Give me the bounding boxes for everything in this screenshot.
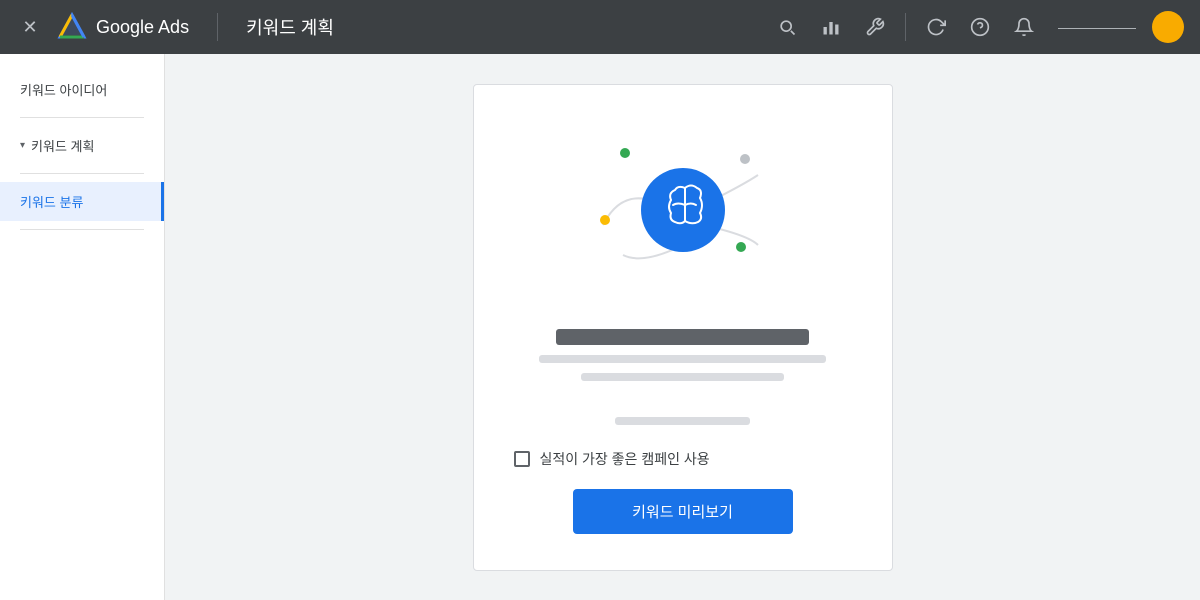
main-content: 실적이 가장 좋은 캠페인 사용 키워드 미리보기: [165, 54, 1200, 600]
sidebar-item-keyword-category-label: 키워드 분류: [20, 192, 83, 211]
logo-icon: [56, 11, 88, 43]
header-left: ✕ Google Ads 키워드 계획: [16, 11, 334, 43]
sidebar-divider-3: [20, 229, 144, 230]
chart-icon[interactable]: [813, 9, 849, 45]
app-header: ✕ Google Ads 키워드 계획: [0, 0, 1200, 54]
best-campaign-label: 실적이 가장 좋은 캠페인 사용: [540, 449, 710, 469]
checkbox-row[interactable]: 실적이 가장 좋은 캠페인 사용: [514, 449, 852, 469]
illustration-svg: [563, 125, 803, 305]
sidebar-item-keyword-plan-label: 키워드 계획: [31, 136, 94, 155]
sidebar: 키워드 아이디어 ▾ 키워드 계획 키워드 분류: [0, 54, 165, 600]
avatar[interactable]: [1152, 11, 1184, 43]
body-layout: 키워드 아이디어 ▾ 키워드 계획 키워드 분류: [0, 54, 1200, 600]
sidebar-item-keyword-category[interactable]: 키워드 분류: [0, 182, 164, 221]
google-ads-logo: Google Ads: [56, 11, 189, 43]
sidebar-item-keyword-ideas[interactable]: 키워드 아이디어: [0, 70, 164, 109]
wrench-icon[interactable]: [857, 9, 893, 45]
header-divider: [217, 13, 218, 41]
sidebar-divider-2: [20, 173, 144, 174]
bar-short: [615, 417, 750, 425]
header-right: ——————: [769, 9, 1184, 45]
help-icon[interactable]: [962, 9, 998, 45]
search-icon[interactable]: [769, 9, 805, 45]
close-button[interactable]: ✕: [16, 13, 44, 41]
sidebar-item-keyword-ideas-label: 키워드 아이디어: [20, 80, 107, 99]
app-title: Google Ads: [96, 17, 189, 38]
refresh-icon[interactable]: [918, 9, 954, 45]
bar-secondary: [539, 355, 826, 363]
bar-tertiary: [581, 373, 784, 381]
bar-primary: [556, 329, 810, 345]
placeholder-bars: [514, 329, 852, 425]
main-card: 실적이 가장 좋은 캠페인 사용 키워드 미리보기: [473, 84, 893, 571]
illustration: [563, 125, 803, 305]
preview-button[interactable]: 키워드 미리보기: [573, 489, 793, 534]
bell-icon[interactable]: [1006, 9, 1042, 45]
account-name: ——————: [1058, 20, 1136, 35]
sidebar-divider-1: [20, 117, 144, 118]
header-separator-2: [905, 13, 906, 41]
header-page-title: 키워드 계획: [246, 14, 334, 40]
best-campaign-checkbox[interactable]: [514, 451, 530, 467]
sidebar-item-arrow: ▾: [20, 140, 25, 151]
sidebar-item-keyword-plan[interactable]: ▾ 키워드 계획: [0, 126, 164, 165]
